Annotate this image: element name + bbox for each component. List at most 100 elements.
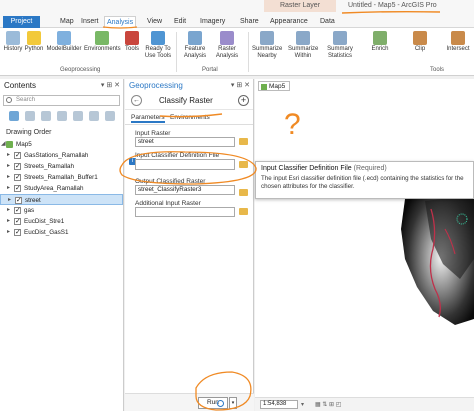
list-by-labeling-icon[interactable] bbox=[89, 111, 99, 121]
tree-node-layer[interactable]: ▸ Streets_Ramallah bbox=[0, 161, 123, 172]
list-by-source-icon[interactable] bbox=[25, 111, 35, 121]
pane-controls[interactable]: ▾ ⊞ ✕ bbox=[101, 79, 120, 92]
drawing-order-label: Drawing Order bbox=[6, 129, 52, 136]
summarize-nearby-icon bbox=[260, 31, 274, 45]
expand-icon[interactable]: ▸ bbox=[7, 216, 10, 227]
list-by-editing-icon[interactable] bbox=[57, 111, 67, 121]
summarize-within-button[interactable]: Summarize Within bbox=[288, 31, 318, 60]
list-by-selection-icon[interactable] bbox=[41, 111, 51, 121]
contents-search-input[interactable]: Search bbox=[3, 95, 120, 106]
additional-raster-label: Additional Input Raster bbox=[135, 200, 201, 207]
expand-icon[interactable]: ▸ bbox=[7, 183, 10, 194]
run-button[interactable]: Run bbox=[198, 397, 228, 409]
tooltip-body: The input Esri classifier definition fil… bbox=[261, 175, 464, 190]
tab-analysis[interactable]: Analysis bbox=[104, 16, 137, 28]
layer-visibility-checkbox[interactable] bbox=[14, 216, 21, 227]
python-button[interactable]: Python bbox=[24, 31, 44, 53]
group-label-geoprocessing: Geoprocessing bbox=[60, 67, 101, 73]
tab-insert[interactable]: Insert bbox=[79, 16, 101, 28]
scale-dropdown-chevron-icon[interactable]: ▾ bbox=[301, 401, 304, 408]
tool-title: Classify Raster bbox=[159, 96, 213, 105]
layer-visibility-checkbox[interactable] bbox=[15, 195, 22, 206]
feature-analysis-button[interactable]: Feature Analysis bbox=[180, 31, 210, 60]
tab-imagery[interactable]: Imagery bbox=[198, 16, 227, 28]
pane-controls[interactable]: ▾ ⊞ ✕ bbox=[231, 79, 250, 92]
param-classifier-file: i Input Classifier Definition File bbox=[125, 152, 253, 170]
expand-icon[interactable]: ▸ bbox=[7, 205, 10, 216]
layer-visibility-checkbox[interactable] bbox=[14, 150, 21, 161]
back-button[interactable]: ← bbox=[131, 95, 142, 106]
layer-visibility-checkbox[interactable] bbox=[14, 205, 21, 216]
classifier-file-label: Input Classifier Definition File bbox=[135, 152, 220, 159]
add-icon[interactable]: + bbox=[238, 95, 249, 106]
tree-node-layer[interactable]: ▸ gas bbox=[0, 205, 123, 216]
tab-share[interactable]: Share bbox=[238, 16, 261, 28]
tree-node-layer[interactable]: ▸ GasStations_Ramallah bbox=[0, 150, 123, 161]
map-view[interactable]: Map5 1:54,838 ▾ ▦ ⇅ ⊞ ◰ bbox=[255, 79, 474, 411]
play-icon bbox=[217, 400, 224, 407]
param-input-raster: Input Raster street bbox=[125, 130, 253, 147]
list-by-snapping-icon[interactable] bbox=[73, 111, 83, 121]
environments-button[interactable]: Environments bbox=[84, 31, 121, 53]
browse-folder-icon[interactable] bbox=[239, 161, 248, 168]
ready-to-use-tools-button[interactable]: Ready To Use Tools bbox=[143, 31, 173, 60]
tab-view[interactable]: View bbox=[145, 16, 164, 28]
expand-icon[interactable]: ▸ bbox=[7, 161, 10, 172]
layer-visibility-checkbox[interactable] bbox=[14, 227, 21, 238]
run-bar: Run ▾ bbox=[125, 393, 254, 411]
modelbuilder-icon bbox=[57, 31, 71, 45]
input-raster-field[interactable]: street bbox=[135, 137, 235, 147]
contents-pane: Contents ▾ ⊞ ✕ Search Drawing Order ◢ Ma… bbox=[0, 79, 124, 411]
tab-edit[interactable]: Edit bbox=[172, 16, 188, 28]
environments-icon bbox=[95, 31, 109, 45]
clip-button[interactable]: Clip bbox=[408, 31, 432, 53]
tab-project[interactable]: Project bbox=[3, 16, 40, 28]
expand-icon[interactable]: ▸ bbox=[7, 227, 10, 238]
layer-visibility-checkbox[interactable] bbox=[14, 161, 21, 172]
summarize-nearby-button[interactable]: Summarize Nearby bbox=[252, 31, 282, 60]
output-raster-label: Output Classified Raster bbox=[135, 178, 206, 185]
tab-appearance[interactable]: Appearance bbox=[268, 16, 310, 28]
tree-node-map[interactable]: ◢ Map5 bbox=[0, 139, 123, 150]
modelbuilder-button[interactable]: ModelBuilder bbox=[46, 31, 82, 53]
group-separator bbox=[176, 32, 177, 72]
map-status-bar: 1:54,838 ▾ ▦ ⇅ ⊞ ◰ bbox=[255, 397, 474, 411]
tree-node-layer[interactable]: ▸ EucDist_Stre1 bbox=[0, 216, 123, 227]
tree-node-layer[interactable]: ▸ Streets_Ramallah_Buffer1 bbox=[0, 172, 123, 183]
raster-analysis-button[interactable]: Raster Analysis bbox=[212, 31, 242, 60]
group-label-portal: Portal bbox=[202, 67, 218, 73]
additional-raster-field[interactable] bbox=[135, 207, 235, 217]
tree-node-layer[interactable]: ▸ EucDist_GasS1 bbox=[0, 227, 123, 238]
browse-folder-icon[interactable] bbox=[239, 189, 248, 196]
intersect-button[interactable]: Intersect bbox=[444, 31, 472, 53]
enrich-button[interactable]: Enrich bbox=[368, 31, 392, 53]
list-by-drawing-order-icon[interactable] bbox=[9, 111, 19, 121]
output-raster-field[interactable]: street_ClassifyRaster3 bbox=[135, 185, 235, 195]
contents-header: Contents ▾ ⊞ ✕ bbox=[0, 79, 123, 92]
tab-map[interactable]: Map bbox=[58, 16, 76, 28]
group-label-tools: Tools bbox=[430, 67, 445, 73]
tab-parameters[interactable]: Parameters bbox=[131, 114, 165, 123]
expand-icon[interactable]: ▸ bbox=[7, 150, 10, 161]
enrich-icon bbox=[373, 31, 387, 45]
layer-visibility-checkbox[interactable] bbox=[14, 172, 21, 183]
title-bar: Raster Layer Untitled - Map5 - ArcGIS Pr… bbox=[0, 0, 474, 15]
tab-data[interactable]: Data bbox=[318, 16, 337, 28]
scale-selector[interactable]: 1:54,838 bbox=[260, 400, 298, 409]
tree-node-layer[interactable]: ▸ StudyArea_Ramallah bbox=[0, 183, 123, 194]
run-dropdown-chevron-icon[interactable]: ▾ bbox=[229, 397, 237, 409]
status-bar-icons[interactable]: ▦ ⇅ ⊞ ◰ bbox=[315, 401, 341, 408]
tools-button[interactable]: Tools bbox=[122, 31, 142, 53]
classifier-file-field[interactable] bbox=[135, 159, 235, 170]
tree-node-layer-selected[interactable]: ▸ street bbox=[0, 194, 123, 206]
list-by-perspective-icon[interactable] bbox=[105, 111, 115, 121]
expand-icon[interactable]: ▸ bbox=[7, 172, 10, 183]
browse-folder-icon[interactable] bbox=[239, 138, 248, 145]
layer-visibility-checkbox[interactable] bbox=[14, 183, 21, 194]
raster-layer-context-tab[interactable]: Raster Layer bbox=[264, 0, 336, 12]
summary-statistics-button[interactable]: Summary Statistics bbox=[324, 31, 356, 60]
collapse-icon[interactable]: ◢ bbox=[1, 139, 6, 150]
browse-folder-icon[interactable] bbox=[239, 208, 248, 215]
tab-environments[interactable]: Environments bbox=[170, 114, 210, 121]
history-button[interactable]: History bbox=[3, 31, 23, 53]
